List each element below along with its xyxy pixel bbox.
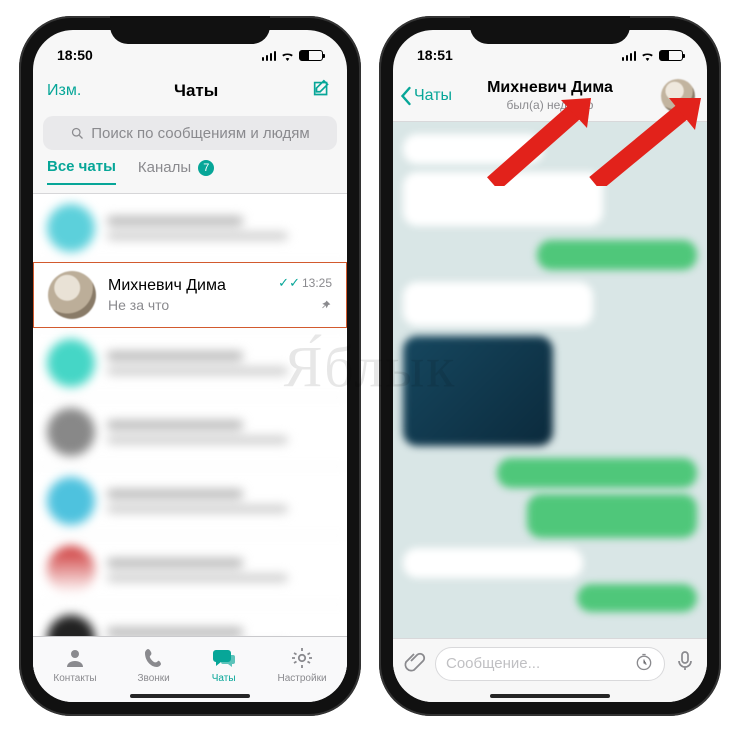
- phone-mockup-left: 18:50 Изм. Чаты Поиск по сообщениям и лю…: [19, 16, 361, 716]
- message-placeholder: Сообщение...: [446, 655, 540, 672]
- battery-icon: [659, 50, 683, 61]
- tab-calls-label: Звонки: [137, 673, 169, 684]
- tab-settings[interactable]: Настройки: [278, 646, 327, 684]
- cellular-signal-icon: [262, 50, 277, 61]
- status-indicators: [622, 50, 684, 61]
- back-label: Чаты: [414, 87, 452, 105]
- list-item-blurred: [33, 536, 347, 605]
- list-item-blurred: [33, 467, 347, 536]
- chat-time: 13:25: [302, 276, 332, 290]
- compose-icon: [311, 78, 333, 100]
- tab-chats-label: Чаты: [212, 673, 236, 684]
- timer-button[interactable]: [634, 652, 654, 676]
- chat-last-message: Не за что: [108, 297, 266, 313]
- chat-name: Михневич Дима: [108, 277, 266, 295]
- attach-button[interactable]: [403, 649, 427, 678]
- tab-contacts[interactable]: Контакты: [53, 646, 96, 684]
- pin-icon: [278, 291, 332, 315]
- tab-all-chats[interactable]: Все чаты: [47, 158, 116, 185]
- phone-icon: [141, 646, 167, 670]
- home-indicator[interactable]: [490, 694, 610, 698]
- page-title: Чаты: [174, 81, 218, 101]
- contacts-icon: [62, 646, 88, 670]
- wifi-icon: [280, 50, 295, 61]
- annotation-arrow-left: [483, 96, 593, 186]
- tab-contacts-label: Контакты: [53, 673, 96, 684]
- channels-badge: 7: [198, 160, 214, 176]
- chat-list[interactable]: Михневич Дима Не за что ✓✓13:25: [33, 194, 347, 674]
- screen-conversation: 18:51 Чаты Михневич Дима был(а) недавно: [393, 30, 707, 702]
- search-placeholder: Поиск по сообщениям и людям: [91, 125, 310, 142]
- status-indicators: [262, 50, 324, 61]
- status-time: 18:51: [417, 47, 453, 63]
- clock-icon: [634, 652, 654, 672]
- message-input[interactable]: Сообщение...: [435, 647, 665, 681]
- list-item-blurred: [33, 329, 347, 398]
- search-icon: [70, 126, 85, 141]
- search-input[interactable]: Поиск по сообщениям и людям: [43, 116, 337, 150]
- read-ticks-icon: ✓✓: [278, 275, 300, 290]
- microphone-icon: [673, 649, 697, 673]
- edit-button[interactable]: Изм.: [47, 82, 81, 100]
- voice-button[interactable]: [673, 649, 697, 678]
- tab-channels-label: Каналы: [138, 159, 191, 176]
- status-time: 18:50: [57, 47, 93, 63]
- phone-mockup-right: 18:51 Чаты Михневич Дима был(а) недавно: [379, 16, 721, 716]
- list-item-blurred: [33, 194, 347, 263]
- list-item-blurred: [33, 398, 347, 467]
- phone-notch: [110, 16, 270, 44]
- screen-chats-list: 18:50 Изм. Чаты Поиск по сообщениям и лю…: [33, 30, 347, 702]
- chat-filter-tabs: Все чаты Каналы 7: [33, 158, 347, 194]
- tab-chats[interactable]: Чаты: [211, 646, 237, 684]
- wifi-icon: [640, 50, 655, 61]
- chats-icon: [211, 646, 237, 670]
- home-indicator[interactable]: [130, 694, 250, 698]
- paperclip-icon: [403, 649, 427, 673]
- compose-button[interactable]: [311, 78, 333, 105]
- chat-row-highlighted[interactable]: Михневич Дима Не за что ✓✓13:25: [33, 262, 347, 328]
- chats-nav-bar: Изм. Чаты: [33, 70, 347, 112]
- phone-notch: [470, 16, 630, 44]
- gear-icon: [289, 646, 315, 670]
- annotation-arrow-right: [583, 96, 703, 186]
- tab-channels[interactable]: Каналы 7: [138, 159, 214, 184]
- message-input-bar: Сообщение...: [393, 638, 707, 702]
- conversation-scroll[interactable]: [393, 122, 707, 638]
- chevron-left-icon: [399, 86, 412, 106]
- back-button[interactable]: Чаты: [399, 86, 452, 106]
- tab-calls[interactable]: Звонки: [137, 646, 169, 684]
- cellular-signal-icon: [622, 50, 637, 61]
- battery-icon: [299, 50, 323, 61]
- bottom-tab-bar: Контакты Звонки Чаты Настройки: [33, 636, 347, 702]
- tab-settings-label: Настройки: [278, 673, 327, 684]
- avatar: [48, 271, 96, 319]
